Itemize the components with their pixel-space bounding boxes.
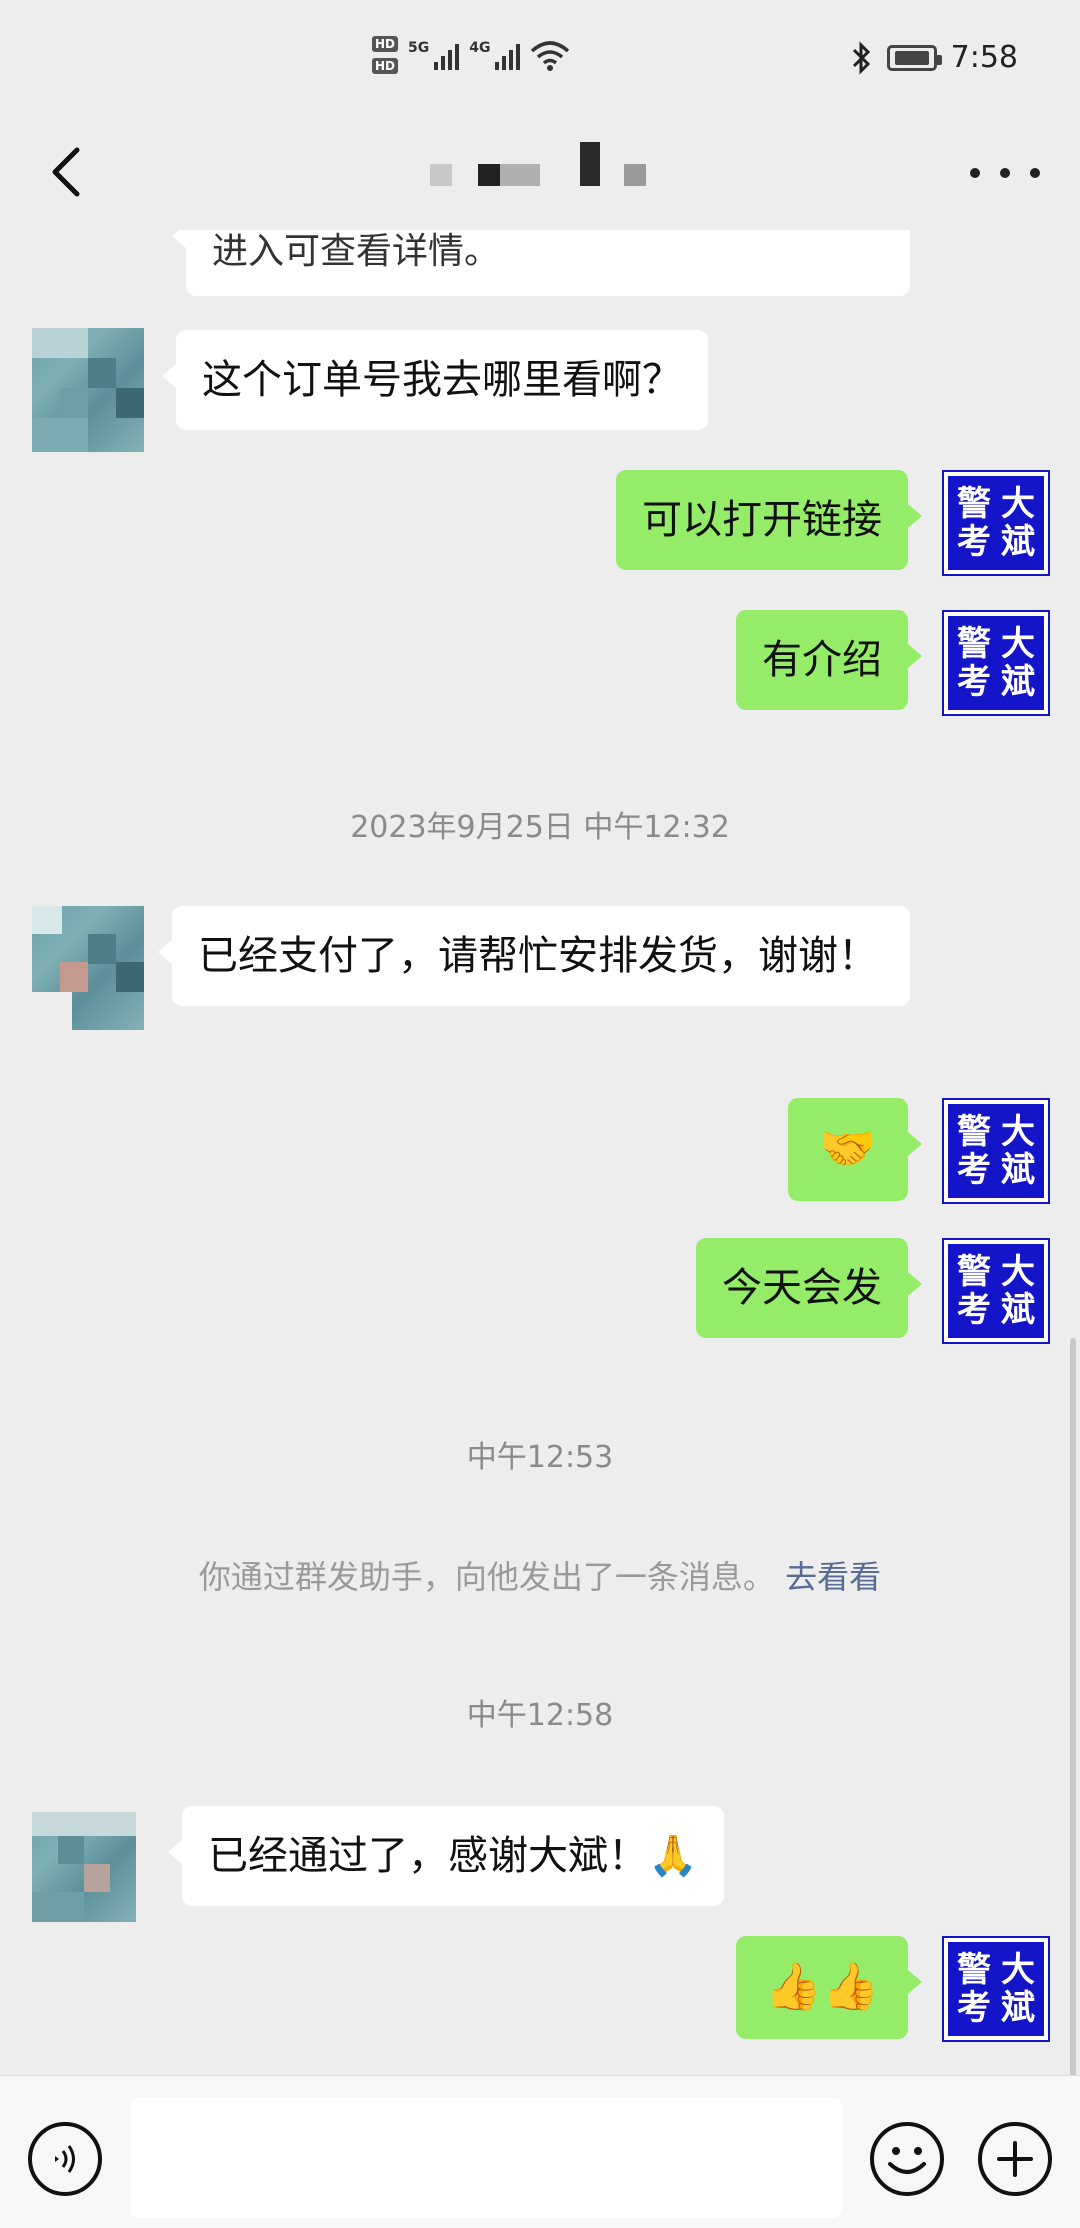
system-message-text: 你通过群发助手，向他发出了一条消息。 <box>198 1558 775 1596</box>
title-bar <box>0 120 1080 230</box>
hd-badge-1: HD <box>372 36 399 52</box>
signal-group: HD HD 5G 4G <box>372 36 570 74</box>
message-bubble-outgoing[interactable]: 今天会发 <box>696 1238 922 1338</box>
plus-icon[interactable] <box>978 2122 1052 2196</box>
avatar-char: 警 <box>957 624 991 664</box>
avatar-char: 大 <box>1001 1950 1035 1990</box>
timestamp: 2023年9月25日 中午12:32 <box>350 810 730 845</box>
status-bar: HD HD 5G 4G 7:58 <box>0 0 1080 130</box>
bluetooth-icon <box>852 40 870 75</box>
avatar-char: 警 <box>957 1112 991 1152</box>
thumbs-up-emoji: 👍👍 <box>764 1959 880 2013</box>
wifi-icon <box>531 41 570 71</box>
message-text: 可以打开链接 <box>642 497 882 543</box>
avatar-char: 斌 <box>1001 522 1035 562</box>
my-avatar[interactable]: 警大考斌 <box>942 470 1050 576</box>
contact-name-pixelated <box>430 142 646 186</box>
input-bar <box>0 2075 1080 2228</box>
message-bubble-outgoing[interactable]: 🤝 <box>788 1098 922 1201</box>
message-bubble-outgoing[interactable]: 有介绍 <box>736 610 922 710</box>
message-bubble-incoming[interactable]: 已经通过了，感谢大斌！🙏 <box>168 1806 724 1906</box>
timestamp: 中午12:53 <box>466 1440 614 1475</box>
signal-5g-icon: 5G <box>408 40 460 70</box>
more-dots-icon[interactable] <box>970 148 1040 198</box>
avatar-char: 考 <box>957 1150 991 1190</box>
message-bubble-outgoing[interactable]: 👍👍 <box>736 1936 922 2039</box>
message-bubble-incoming[interactable]: 这个订单号我去哪里看啊？ <box>162 330 708 430</box>
message-text: 这个订单号我去哪里看啊？ <box>202 357 682 403</box>
message-input[interactable] <box>130 2098 842 2218</box>
avatar-char: 大 <box>1001 1252 1035 1292</box>
avatar-char: 警 <box>957 1252 991 1292</box>
clock: 7:58 <box>950 40 1018 75</box>
network-4g-label: 4G <box>469 40 491 56</box>
avatar-char: 警 <box>957 1950 991 1990</box>
hd-indicators: HD HD <box>372 36 399 74</box>
signal-4g-icon: 4G <box>469 40 521 70</box>
voice-input-icon[interactable] <box>28 2122 102 2196</box>
link-card-bubble[interactable]: 进入可查看详情。 <box>172 230 910 296</box>
message-text: 有介绍 <box>762 637 882 683</box>
chat-area[interactable]: 进入可查看详情。 这个订单号我去哪里看啊？ 可以打开链接 警大考斌 有介绍 警 … <box>0 230 1080 2075</box>
avatar-char: 斌 <box>1001 1290 1035 1330</box>
avatar-char: 警 <box>957 484 991 524</box>
avatar-char: 考 <box>957 522 991 562</box>
avatar-char: 考 <box>957 1290 991 1330</box>
message-text: 已经通过了，感谢大斌！🙏 <box>208 1833 698 1879</box>
my-avatar[interactable]: 警大考斌 <box>942 1936 1050 2042</box>
contact-avatar[interactable] <box>32 906 144 1030</box>
avatar-char: 大 <box>1001 1112 1035 1152</box>
my-avatar[interactable]: 警大考斌 <box>942 1238 1050 1344</box>
message-text: 已经支付了，请帮忙安排发货，谢谢！ <box>198 933 878 979</box>
contact-avatar[interactable] <box>32 328 144 452</box>
message-bubble-incoming[interactable]: 已经支付了，请帮忙安排发货，谢谢！ <box>158 906 910 1006</box>
smiley-icon[interactable] <box>870 2122 944 2196</box>
avatar-char: 大 <box>1001 624 1035 664</box>
network-5g-label: 5G <box>408 40 430 56</box>
hd-badge-2: HD <box>372 58 399 74</box>
message-bubble-outgoing[interactable]: 可以打开链接 <box>616 470 922 570</box>
battery-icon <box>886 44 942 71</box>
avatar-char: 大 <box>1001 484 1035 524</box>
link-card-text: 进入可查看详情。 <box>212 231 501 272</box>
chevron-left-icon[interactable] <box>36 142 96 202</box>
avatar-char: 斌 <box>1001 662 1035 702</box>
avatar-char: 考 <box>957 1988 991 2028</box>
contact-avatar[interactable] <box>32 1812 136 1922</box>
handshake-emoji: 🤝 <box>819 1121 877 1175</box>
avatar-char: 斌 <box>1001 1988 1035 2028</box>
view-link[interactable]: 去看看 <box>785 1558 881 1596</box>
message-text: 今天会发 <box>722 1265 882 1311</box>
avatar-char: 斌 <box>1001 1150 1035 1190</box>
system-message: 你通过群发助手，向他发出了一条消息。 去看看 <box>0 1552 1080 1598</box>
status-right: 7:58 <box>851 40 1018 75</box>
avatar-char: 考 <box>957 662 991 702</box>
my-avatar[interactable]: 警大考斌 <box>942 1098 1050 1204</box>
timestamp: 中午12:58 <box>466 1698 614 1733</box>
my-avatar[interactable]: 警大考斌 <box>942 610 1050 716</box>
